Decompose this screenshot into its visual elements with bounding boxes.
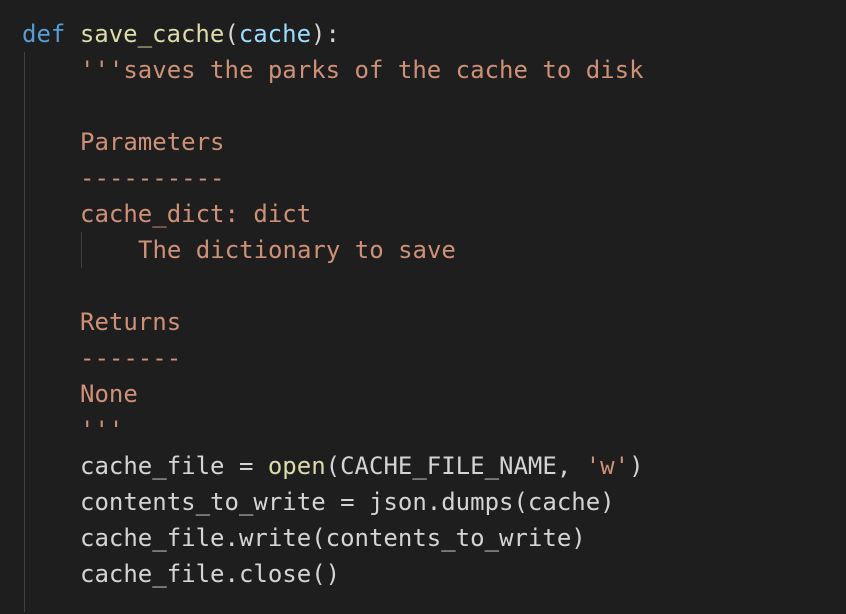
- docstring-returns-heading: Returns: [80, 308, 182, 336]
- code-line-6: cache_dict: dict: [80, 196, 311, 232]
- code-line-12: ''': [80, 412, 123, 448]
- docstring-parameters-heading: Parameters: [80, 128, 225, 156]
- code-line-7: The dictionary to save: [138, 232, 456, 268]
- json-dumps-line: contents_to_write = json.dumps(cache): [80, 488, 615, 516]
- code-line-13: cache_file = open(CACHE_FILE_NAME, 'w'): [80, 448, 644, 484]
- mode-string: 'w': [585, 452, 630, 480]
- code-line-4: Parameters: [80, 124, 225, 160]
- file-write-line: cache_file.write(contents_to_write): [80, 524, 586, 552]
- code-line-1: def save_cache(cache):: [22, 16, 340, 52]
- parameter-name: cache: [238, 20, 312, 48]
- code-line-15: cache_file.write(contents_to_write): [80, 520, 586, 556]
- docstring-returns-value: None: [80, 380, 138, 408]
- open-function: open: [267, 452, 326, 480]
- code-line-2: '''saves the parks of the cache to disk: [80, 52, 644, 88]
- docstring-param-description: The dictionary to save: [138, 236, 456, 264]
- code-line-11: None: [80, 376, 138, 412]
- file-close-line: cache_file.close(): [80, 560, 341, 588]
- assignment-target: cache_file =: [80, 452, 268, 480]
- open-paren: (: [224, 20, 239, 48]
- docstring-param-entry: cache_dict: dict: [80, 200, 312, 228]
- indent-guide: [24, 52, 25, 612]
- docstring-parameters-underline: ----------: [80, 164, 225, 192]
- code-line-16: cache_file.close(): [80, 556, 340, 592]
- def-keyword: def: [22, 20, 66, 48]
- indent-guide-docstring: [81, 232, 82, 268]
- code-line-9: Returns: [80, 304, 181, 340]
- code-line-14: contents_to_write = json.dumps(cache): [80, 484, 615, 520]
- code-editor[interactable]: def save_cache(cache): '''saves the park…: [0, 0, 846, 614]
- code-line-5: ----------: [80, 160, 225, 196]
- close-paren: ): [629, 452, 644, 480]
- function-name: save_cache: [79, 20, 225, 48]
- docstring-returns-underline: -------: [80, 344, 182, 372]
- close-paren-colon: ):: [311, 20, 340, 48]
- code-line-10: -------: [80, 340, 181, 376]
- open-args: (CACHE_FILE_NAME,: [325, 452, 586, 480]
- docstring-close: ''': [80, 416, 124, 444]
- docstring-summary: '''saves the parks of the cache to disk: [80, 56, 644, 84]
